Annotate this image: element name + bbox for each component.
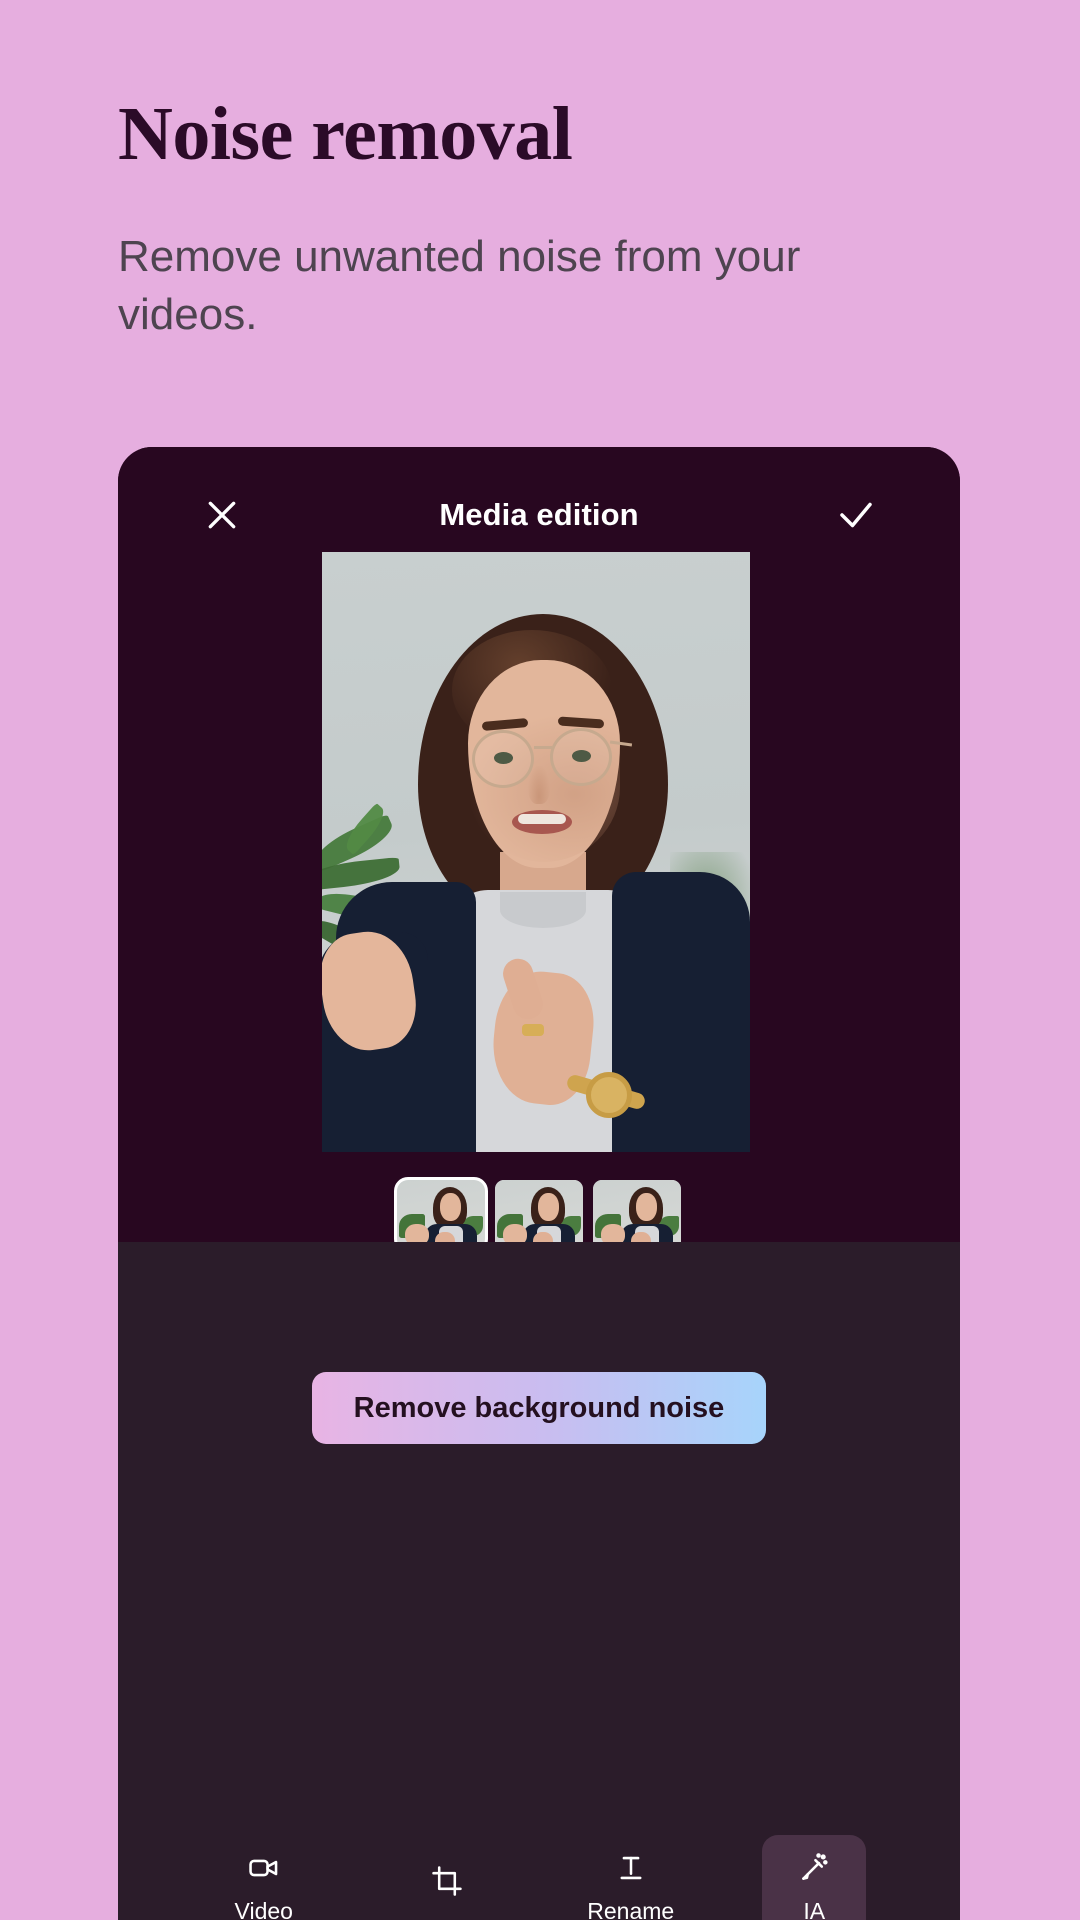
subject-watch	[586, 1072, 632, 1118]
video-camera-icon	[247, 1850, 281, 1886]
page-subtitle: Remove unwanted noise from your videos.	[118, 232, 801, 340]
nav-label-rename: Rename	[587, 1897, 675, 1920]
nav-label-video: Video	[234, 1897, 293, 1920]
crop-icon	[430, 1863, 464, 1899]
glasses-bridge	[534, 746, 552, 749]
subject-nose	[528, 766, 550, 804]
nav-label-ia: IA	[803, 1897, 826, 1920]
hero-section: Noise removal Remove unwanted noise from…	[118, 96, 978, 344]
media-editor-card: Media edition Remove background noise Vi…	[118, 447, 960, 1920]
editor-title: Media edition	[439, 497, 639, 532]
subject-ring	[522, 1024, 544, 1036]
subject-teeth	[518, 814, 566, 824]
subject-eye-left	[494, 752, 513, 764]
cta-container: Remove background noise	[118, 1372, 960, 1444]
nav-item-ia[interactable]: IA	[762, 1835, 867, 1920]
thumbnail-item[interactable]	[593, 1180, 681, 1250]
tool-panel: Remove background noise Video Rename IA	[118, 1242, 960, 1920]
editor-header: Media edition	[118, 479, 960, 551]
bottom-toolbar: Video Rename IA	[118, 1817, 960, 1920]
text-icon	[614, 1850, 648, 1886]
thumbnail-item[interactable]	[495, 1180, 583, 1250]
subject-collar	[500, 892, 586, 928]
video-preview[interactable]	[322, 552, 750, 1152]
nav-item-rename[interactable]: Rename	[579, 1835, 683, 1920]
remove-background-noise-button[interactable]: Remove background noise	[311, 1372, 767, 1444]
nav-item-video[interactable]: Video	[212, 1835, 316, 1920]
nav-item-crop[interactable]	[395, 1835, 499, 1920]
player-panel: Media edition	[118, 447, 960, 1320]
subject-cardigan-right	[612, 872, 750, 1152]
thumbnail-strip	[118, 1177, 960, 1253]
page-title: Noise removal	[118, 92, 573, 176]
subject-eye-right	[572, 750, 591, 762]
check-icon[interactable]	[828, 487, 884, 543]
thumbnail-item[interactable]	[394, 1177, 488, 1253]
magic-wand-icon	[797, 1850, 831, 1886]
close-icon[interactable]	[194, 487, 250, 543]
